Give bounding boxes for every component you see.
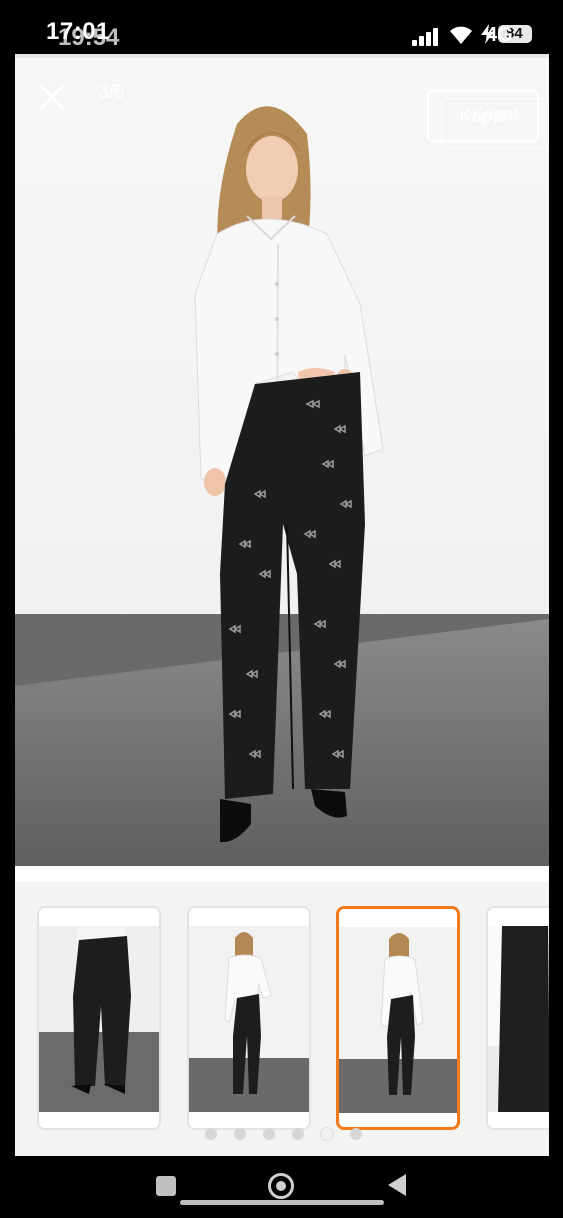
thumbnail-4-image — [488, 926, 549, 1112]
status-bar: 17:01 19:54 84 4G — [0, 0, 563, 54]
thumbnail-4[interactable] — [486, 906, 549, 1130]
status-time-overlay: 19:54 — [58, 24, 120, 51]
product-photo — [15, 54, 549, 866]
home-indicator — [180, 1200, 384, 1205]
pagination-dots — [205, 1128, 385, 1142]
back-triangle-icon[interactable] — [388, 1174, 406, 1196]
thumbnail-1-image — [39, 926, 159, 1112]
thumbnail-strip[interactable] — [15, 866, 549, 1156]
wifi-icon — [448, 24, 474, 46]
network-label: 4G — [486, 24, 513, 46]
kapat-button[interactable]: Kapat — [427, 90, 539, 142]
pagination-dot-6[interactable] — [350, 1128, 362, 1140]
close-icon — [40, 85, 64, 109]
thumbnail-3-image — [339, 927, 457, 1113]
close-button[interactable] — [35, 80, 69, 114]
pagination-dot-2[interactable] — [234, 1128, 246, 1140]
pagination-dot-5[interactable] — [321, 1128, 333, 1140]
square-icon[interactable] — [156, 1176, 176, 1196]
pagination-dot-4[interactable] — [292, 1128, 304, 1140]
signal-icon — [412, 28, 442, 46]
product-image-viewer[interactable]: 3/5 Kapat Kapat — [15, 54, 549, 866]
thumbnail-3[interactable] — [336, 906, 460, 1130]
home-circle-icon[interactable] — [268, 1173, 294, 1199]
thumbnail-2-image — [189, 926, 309, 1112]
image-counter: 3/5 — [98, 82, 125, 103]
pagination-dot-1[interactable] — [205, 1128, 217, 1140]
thumbnail-2[interactable] — [187, 906, 311, 1130]
thumbnail-strip-header — [15, 866, 549, 882]
system-nav-bar — [0, 1156, 563, 1218]
pagination-dot-3[interactable] — [263, 1128, 275, 1140]
thumbnail-1[interactable] — [37, 906, 161, 1130]
